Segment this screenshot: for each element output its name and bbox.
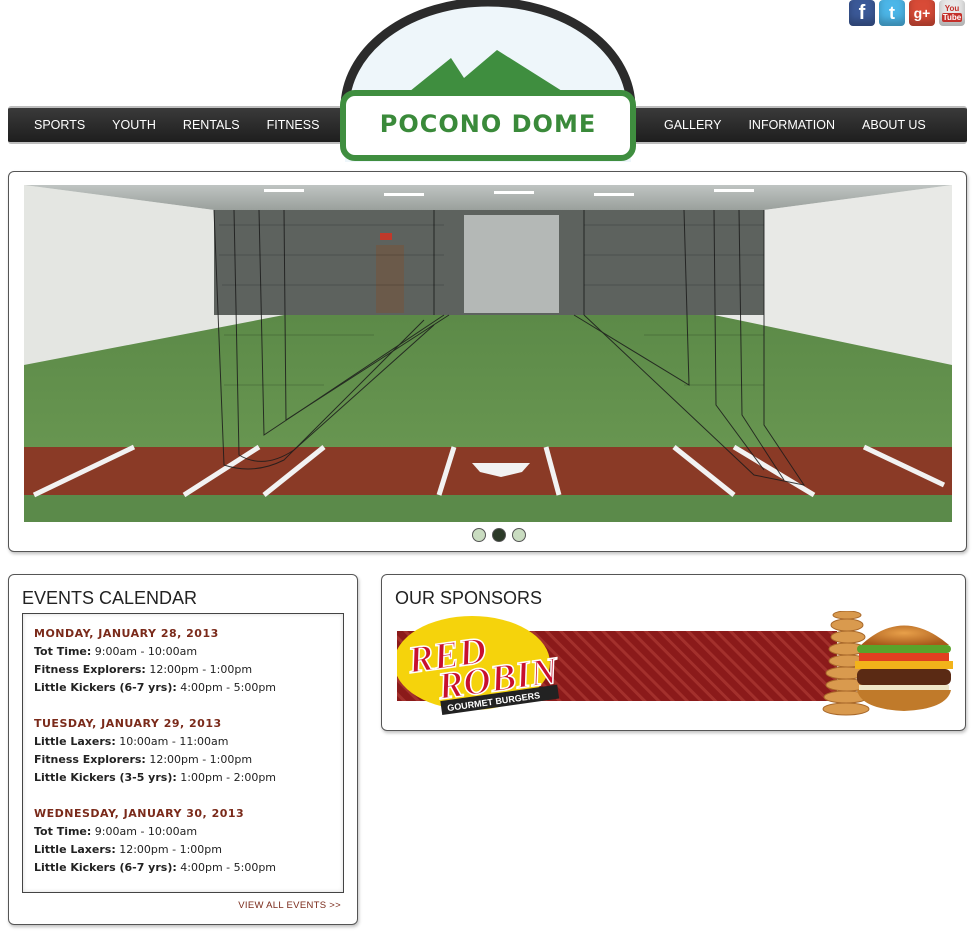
nav-left-group: SPORTS YOUTH RENTALS FITNESS [34, 108, 319, 142]
event-item: Fitness Explorers: 12:00pm - 1:00pm [34, 661, 276, 679]
event-time: 4:00pm - 5:00pm [176, 681, 277, 694]
logo-text: POCONO DOME [379, 110, 597, 138]
event-time: 9:00am - 10:00am [91, 825, 198, 838]
event-item: Tot Time: 9:00am - 10:00am [34, 823, 276, 841]
nav-item-youth[interactable]: YOUTH [112, 118, 156, 132]
event-name: Little Kickers (6-7 yrs): [34, 861, 177, 874]
event-item: Little Laxers: 12:00pm - 1:00pm [34, 841, 276, 859]
event-name: Fitness Explorers: [34, 663, 146, 676]
event-date: MONDAY, JANUARY 28, 2013 [34, 627, 219, 640]
event-item: Fitness Explorers: 12:00pm - 1:00pm [34, 751, 276, 769]
slider-dot-2[interactable] [492, 528, 506, 542]
event-time: 4:00pm - 5:00pm [176, 861, 277, 874]
event-day: MONDAY, JANUARY 28, 2013 Tot Time: 9:00a… [34, 625, 276, 697]
batting-cage-photo [24, 185, 952, 522]
sponsor-banner-red-robin[interactable]: RED ROBIN GOURMET BURGERS [394, 610, 955, 719]
event-name: Little Kickers (6-7 yrs): [34, 681, 177, 694]
sponsors-box: OUR SPONSORS RED ROBIN GOURMET BURGERS [381, 574, 966, 731]
event-time: 12:00pm - 1:00pm [145, 663, 253, 676]
slide-image-batting-cage [24, 185, 952, 522]
nav-item-gallery[interactable]: GALLERY [664, 118, 721, 132]
event-time: 9:00am - 10:00am [91, 645, 198, 658]
event-time: 12:00pm - 1:00pm [145, 753, 253, 766]
events-calendar: EVENTS CALENDAR MONDAY, JANUARY 28, 2013… [8, 574, 358, 925]
event-date: TUESDAY, JANUARY 29, 2013 [34, 717, 222, 730]
event-date: WEDNESDAY, JANUARY 30, 2013 [34, 807, 245, 820]
event-time: 12:00pm - 1:00pm [115, 843, 222, 856]
nav-right-group: GALLERY INFORMATION ABOUT US [664, 108, 926, 142]
sponsors-title: OUR SPONSORS [395, 588, 543, 608]
event-item: Little Kickers (3-5 yrs): 1:00pm - 2:00p… [34, 769, 276, 787]
slider-dot-3[interactable] [512, 528, 526, 542]
event-item: Tot Time: 9:00am - 10:00am [34, 643, 276, 661]
youtube-icon-bottom: Tube [941, 13, 963, 22]
event-item: Little Kickers (6-7 yrs): 4:00pm - 5:00p… [34, 859, 276, 877]
events-list: MONDAY, JANUARY 28, 2013 Tot Time: 9:00a… [22, 613, 344, 893]
event-item: Little Kickers (6-7 yrs): 4:00pm - 5:00p… [34, 679, 276, 697]
red-robin-ad-graphic: RED ROBIN GOURMET BURGERS [394, 610, 953, 716]
event-day: WEDNESDAY, JANUARY 30, 2013 Tot Time: 9:… [34, 805, 276, 877]
youtube-icon-top: You [944, 4, 960, 13]
event-name: Little Kickers (3-5 yrs): [34, 771, 177, 784]
hero-slider [8, 171, 967, 552]
nav-item-information[interactable]: INFORMATION [748, 118, 835, 132]
nav-item-about-us[interactable]: ABOUT US [862, 118, 926, 132]
events-title: EVENTS CALENDAR [22, 588, 198, 608]
event-time: 10:00am - 11:00am [115, 735, 229, 748]
event-name: Little Laxers: [34, 843, 116, 856]
nav-item-rentals[interactable]: RENTALS [183, 118, 240, 132]
view-all-events-link[interactable]: VIEW ALL EVENTS >> [238, 900, 341, 911]
event-name: Tot Time: [34, 645, 92, 658]
event-item: Little Laxers: 10:00am - 11:00am [34, 733, 276, 751]
event-time: 1:00pm - 2:00pm [176, 771, 277, 784]
slider-dot-1[interactable] [472, 528, 486, 542]
event-name: Tot Time: [34, 825, 92, 838]
facebook-icon[interactable]: f [849, 0, 875, 26]
google-plus-icon[interactable]: g+ [909, 0, 935, 26]
site-logo[interactable]: POCONO DOME [339, 0, 637, 162]
event-day: TUESDAY, JANUARY 29, 2013 Little Laxers:… [34, 715, 276, 787]
nav-item-sports[interactable]: SPORTS [34, 118, 85, 132]
event-name: Fitness Explorers: [34, 753, 146, 766]
event-name: Little Laxers: [34, 735, 116, 748]
social-links: f t g+ You Tube [849, 0, 965, 26]
nav-item-fitness[interactable]: FITNESS [267, 118, 320, 132]
twitter-icon[interactable]: t [879, 0, 905, 26]
youtube-icon[interactable]: You Tube [939, 0, 965, 26]
slider-pagination [472, 528, 526, 542]
